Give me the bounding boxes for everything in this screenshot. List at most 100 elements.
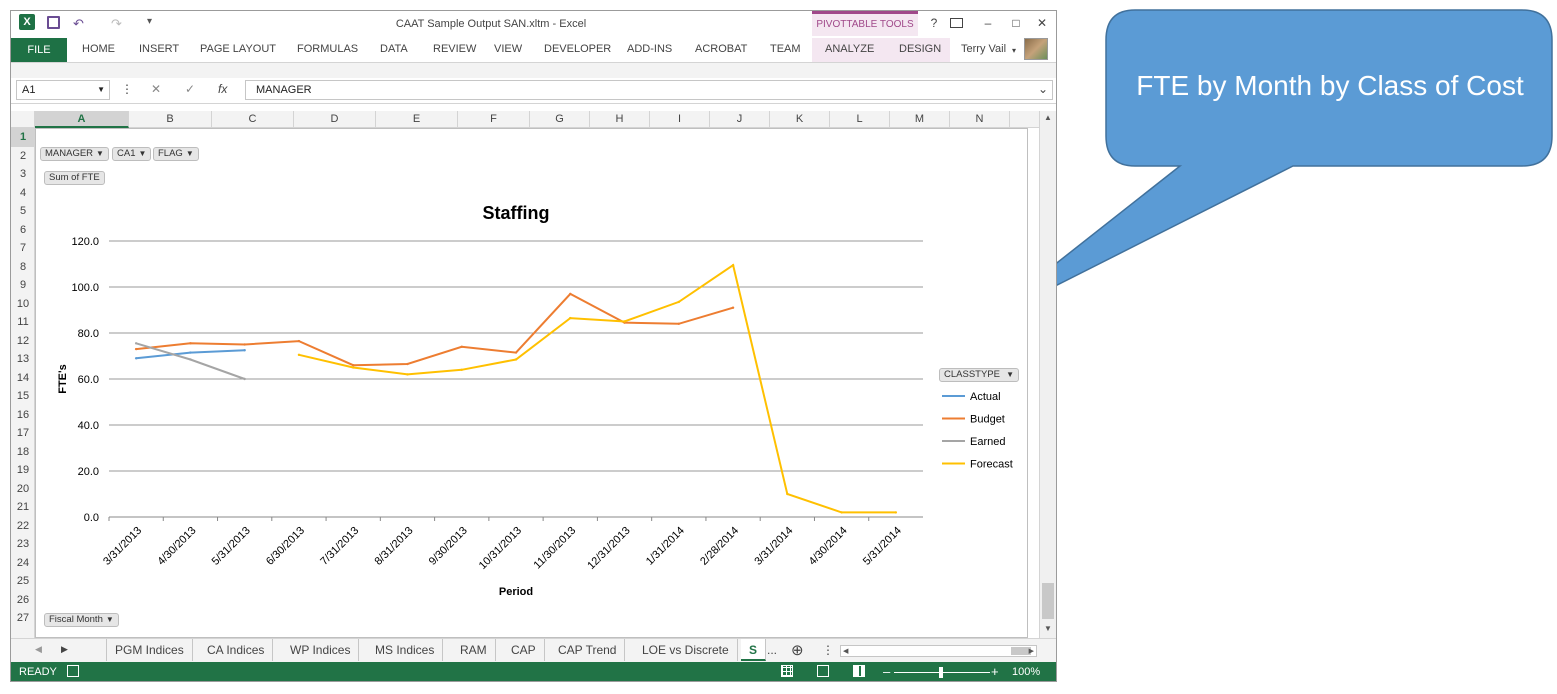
help-icon[interactable]: ? bbox=[924, 16, 944, 30]
insert-function-icon[interactable]: fx bbox=[218, 82, 227, 96]
row-header[interactable]: 9 bbox=[11, 276, 35, 295]
row-header[interactable]: 16 bbox=[11, 406, 35, 425]
tab-data[interactable]: DATA bbox=[380, 43, 408, 55]
page-break-view-icon[interactable] bbox=[853, 665, 865, 677]
column-header[interactable]: N bbox=[950, 111, 1010, 128]
expand-formula-bar-icon[interactable]: ⌄ bbox=[1038, 82, 1048, 96]
sheet-tab-ca-indices[interactable]: CA Indices bbox=[199, 639, 274, 661]
column-header[interactable]: G bbox=[530, 111, 590, 128]
row-header[interactable]: 20 bbox=[11, 480, 35, 499]
scroll-thumb[interactable] bbox=[1042, 583, 1054, 619]
sheet-tab-active[interactable]: S bbox=[741, 639, 767, 661]
macro-record-icon[interactable] bbox=[67, 665, 79, 677]
zoom-out-button[interactable]: – bbox=[883, 664, 890, 679]
page-layout-view-icon[interactable] bbox=[817, 665, 829, 677]
row-header[interactable]: 22 bbox=[11, 517, 35, 536]
more-tabs-button[interactable]: ... bbox=[767, 643, 777, 657]
close-icon[interactable]: ✕ bbox=[1032, 16, 1052, 30]
scroll-right-icon[interactable]: ▶ bbox=[1029, 647, 1034, 655]
ribbon-display-icon[interactable] bbox=[950, 18, 963, 28]
scroll-up-icon[interactable]: ▲ bbox=[1044, 113, 1052, 122]
tab-design[interactable]: DESIGN bbox=[899, 43, 941, 55]
sheet-tab-wp-indices[interactable]: WP Indices bbox=[282, 639, 360, 661]
maximize-icon[interactable]: □ bbox=[1006, 16, 1026, 30]
sheet-tab-ram[interactable]: RAM bbox=[452, 639, 496, 661]
horizontal-scrollbar[interactable]: ◀ ▶ bbox=[840, 645, 1037, 657]
tab-insert[interactable]: INSERT bbox=[139, 43, 179, 55]
tab-review[interactable]: REVIEW bbox=[433, 43, 476, 55]
sheet-tab-pgm-indices[interactable]: PGM Indices bbox=[106, 639, 193, 661]
row-header[interactable]: 10 bbox=[11, 295, 35, 314]
row-header[interactable]: 11 bbox=[11, 313, 35, 332]
column-header[interactable]: A bbox=[35, 111, 129, 128]
sheet-tab-cap[interactable]: CAP bbox=[503, 639, 545, 661]
formula-options-icon[interactable]: ⋮ bbox=[121, 82, 133, 96]
column-header[interactable]: E bbox=[376, 111, 458, 128]
column-header[interactable]: C bbox=[212, 111, 294, 128]
tab-acrobat[interactable]: ACROBAT bbox=[695, 43, 747, 55]
vertical-scrollbar[interactable]: ▲ ▼ bbox=[1039, 111, 1056, 638]
row-header[interactable]: 21 bbox=[11, 498, 35, 517]
tab-analyze[interactable]: ANALYZE bbox=[825, 43, 874, 55]
row-header[interactable]: 8 bbox=[11, 258, 35, 277]
row-header[interactable]: 3 bbox=[11, 165, 35, 184]
user-menu-caret-icon[interactable]: ▾ bbox=[1012, 46, 1016, 55]
row-header[interactable]: 6 bbox=[11, 221, 35, 240]
pivot-chart[interactable]: MANAGER ▼ CA1 ▼ FLAG ▼ Sum of FTE Fiscal Mo… bbox=[35, 128, 1028, 638]
normal-view-icon[interactable] bbox=[781, 665, 793, 677]
tab-home[interactable]: HOME bbox=[82, 43, 115, 55]
row-header[interactable]: 17 bbox=[11, 424, 35, 443]
row-header[interactable]: 27 bbox=[11, 609, 35, 628]
avatar[interactable] bbox=[1024, 38, 1048, 60]
zoom-in-button[interactable]: + bbox=[991, 664, 999, 679]
name-box-dropdown-icon[interactable]: ▼ bbox=[97, 85, 105, 94]
column-header[interactable]: J bbox=[710, 111, 770, 128]
row-header[interactable]: 12 bbox=[11, 332, 35, 351]
tab-developer[interactable]: DEVELOPER bbox=[544, 43, 611, 55]
row-header[interactable]: 19 bbox=[11, 461, 35, 480]
row-header[interactable]: 25 bbox=[11, 572, 35, 591]
row-header[interactable]: 2 bbox=[11, 147, 35, 166]
tab-add-ins[interactable]: ADD-INS bbox=[627, 43, 672, 55]
minimize-icon[interactable]: – bbox=[978, 16, 998, 30]
row-header[interactable]: 18 bbox=[11, 443, 35, 462]
row-header[interactable]: 15 bbox=[11, 387, 35, 406]
select-all-corner[interactable] bbox=[11, 111, 35, 128]
sheet-tab-cap-trend[interactable]: CAP Trend bbox=[550, 639, 626, 661]
sheet-tab-ms-indices[interactable]: MS Indices bbox=[367, 639, 444, 661]
row-header[interactable]: 1 bbox=[11, 128, 35, 147]
row-header[interactable]: 26 bbox=[11, 591, 35, 610]
tab-prev-icon[interactable]: ◀ bbox=[35, 644, 42, 655]
enter-icon[interactable]: ✓ bbox=[185, 82, 195, 96]
row-header[interactable]: 5 bbox=[11, 202, 35, 221]
column-header[interactable]: B bbox=[129, 111, 212, 128]
column-header[interactable]: F bbox=[458, 111, 530, 128]
row-header[interactable]: 14 bbox=[11, 369, 35, 388]
cancel-icon[interactable]: ✕ bbox=[151, 82, 161, 96]
tab-next-icon[interactable]: ▶ bbox=[61, 644, 68, 655]
row-header[interactable]: 24 bbox=[11, 554, 35, 573]
name-box[interactable]: A1 ▼ bbox=[16, 80, 110, 100]
tab-options-icon[interactable]: ⋮ bbox=[822, 643, 834, 657]
scroll-left-icon[interactable]: ◀ bbox=[843, 647, 848, 655]
column-header[interactable]: H bbox=[590, 111, 650, 128]
tab-formulas[interactable]: FORMULAS bbox=[297, 43, 358, 55]
column-header[interactable]: I bbox=[650, 111, 710, 128]
tab-view[interactable]: VIEW bbox=[494, 43, 522, 55]
column-header[interactable]: M bbox=[890, 111, 950, 128]
row-header[interactable]: 23 bbox=[11, 535, 35, 554]
scroll-down-icon[interactable]: ▼ bbox=[1044, 624, 1052, 633]
tab-team[interactable]: TEAM bbox=[770, 43, 801, 55]
row-header[interactable]: 7 bbox=[11, 239, 35, 258]
sheet-tab-loe-vs-discrete[interactable]: LOE vs Discrete bbox=[634, 639, 738, 661]
zoom-level[interactable]: 100% bbox=[1012, 666, 1040, 678]
zoom-slider-thumb[interactable] bbox=[939, 667, 943, 678]
column-header[interactable]: K bbox=[770, 111, 830, 128]
formula-input[interactable]: MANAGER bbox=[245, 80, 1053, 100]
tab-page-layout[interactable]: PAGE LAYOUT bbox=[200, 43, 276, 55]
row-header[interactable]: 4 bbox=[11, 184, 35, 203]
new-sheet-icon[interactable]: ⊕ bbox=[791, 641, 804, 659]
user-name[interactable]: Terry Vail bbox=[961, 43, 1006, 55]
row-header[interactable]: 13 bbox=[11, 350, 35, 369]
tab-file[interactable]: FILE bbox=[11, 38, 67, 62]
